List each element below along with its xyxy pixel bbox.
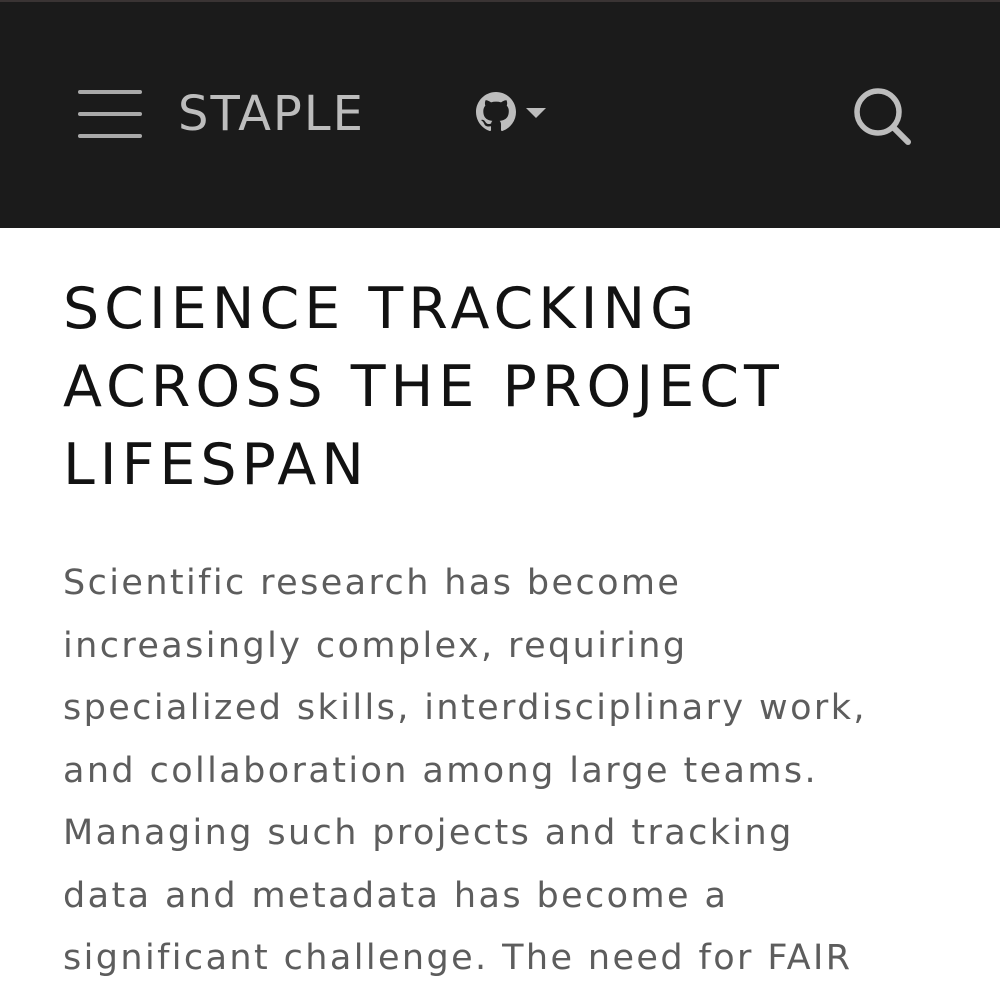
page-title-line: SCIENCE TRACKING (63, 276, 700, 342)
paragraph-line: increasingly complex, requiring (63, 625, 688, 666)
paragraph-line: significant challenge. The need for FAIR (63, 938, 853, 978)
main-content: SCIENCE TRACKING ACROSS THE PROJECT LIFE… (63, 228, 943, 990)
top-navbar: STAPLE (0, 0, 1000, 228)
paragraph-line: Managing such projects and tracking (63, 813, 794, 853)
paragraph-line: specialized skills, interdisciplinary wo… (63, 688, 867, 728)
paragraph-line: and collaboration among large teams. (63, 750, 819, 791)
paragraph-line: data and metadata has become a (63, 875, 729, 916)
page-title-line: ACROSS THE PROJECT (63, 354, 784, 420)
search-icon[interactable] (850, 84, 914, 148)
paragraph-line: Scientific research has become (63, 563, 682, 603)
github-dropdown[interactable] (476, 92, 552, 134)
hamburger-menu-icon[interactable] (78, 88, 142, 140)
caret-down-icon (526, 108, 546, 118)
intro-paragraph: Scientific research has become increasin… (63, 552, 943, 990)
page-title: SCIENCE TRACKING ACROSS THE PROJECT LIFE… (63, 270, 943, 504)
page-title-line: LIFESPAN (63, 432, 369, 498)
github-icon (476, 92, 516, 132)
brand-link[interactable]: STAPLE (178, 84, 365, 144)
